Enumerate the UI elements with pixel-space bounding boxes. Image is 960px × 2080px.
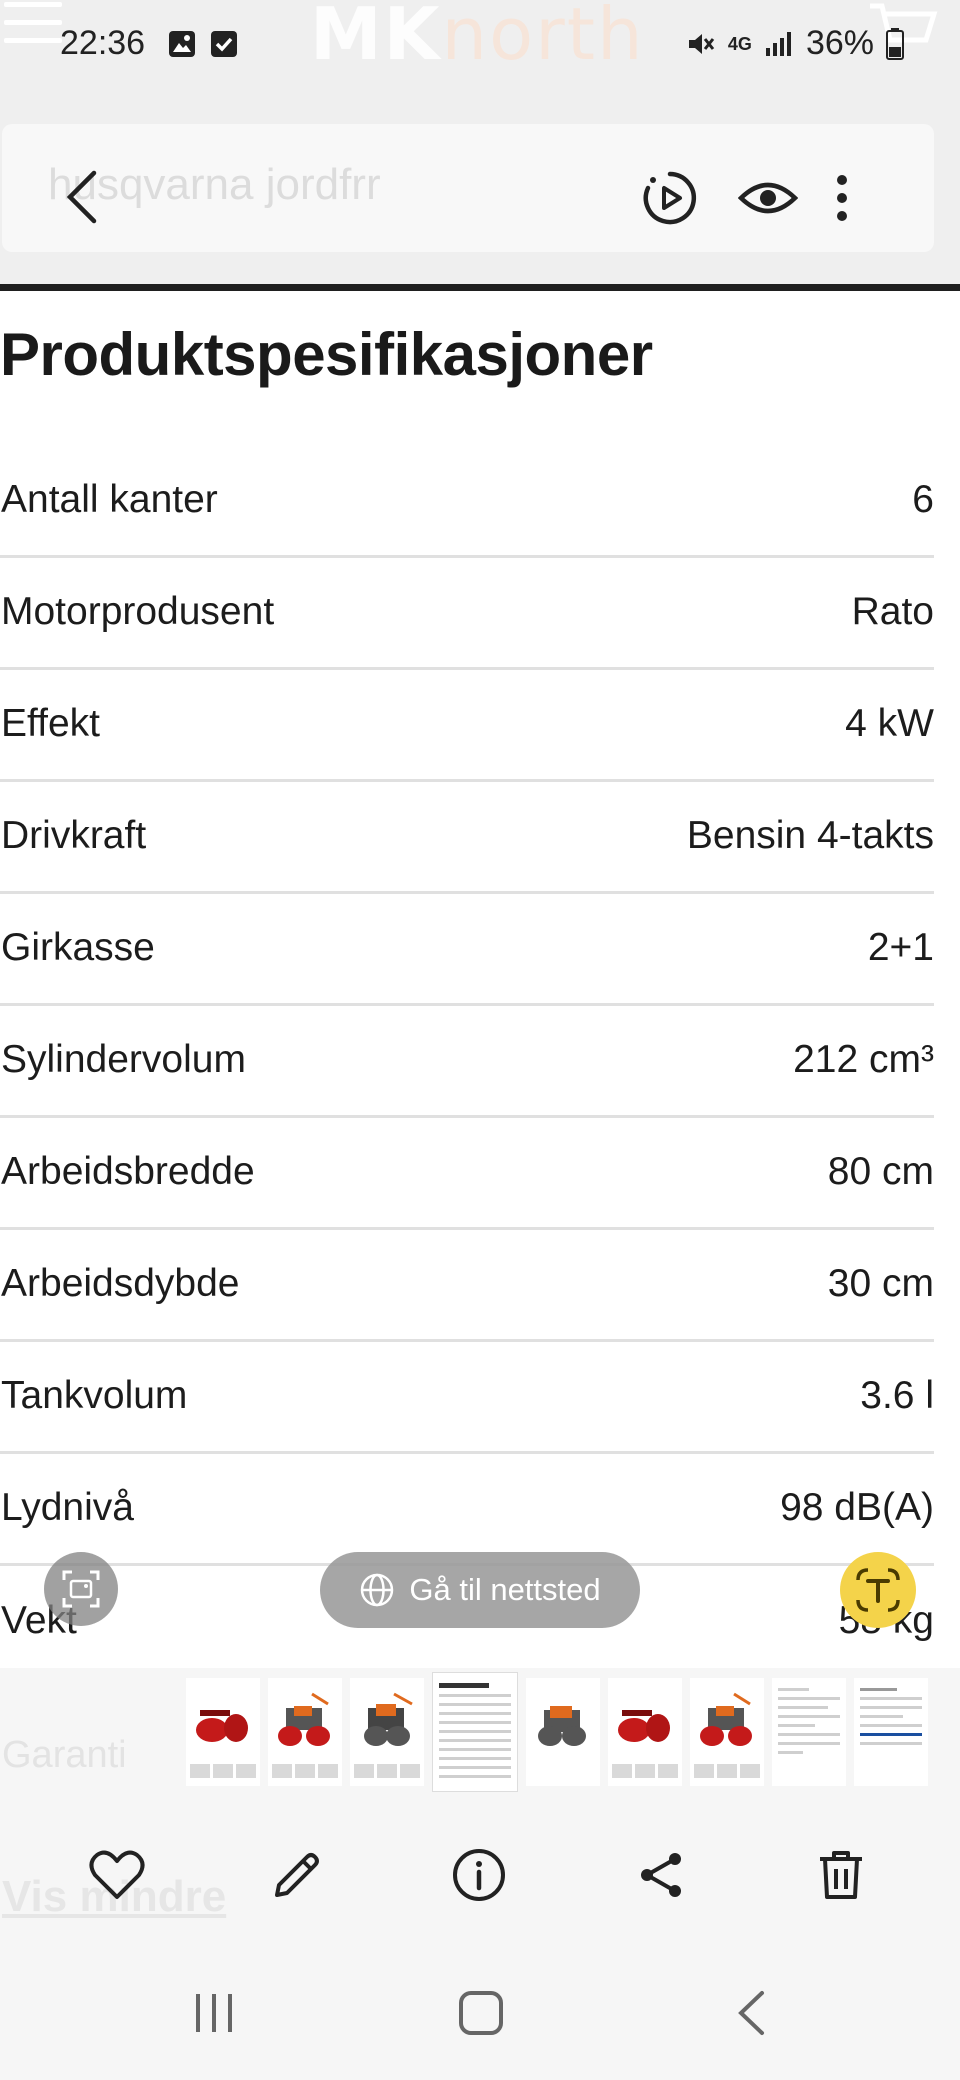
spec-value: 80 cm — [827, 1149, 934, 1193]
spec-row: Lydnivå 98 dB(A) — [0, 1454, 934, 1566]
edit-pencil-icon[interactable] — [262, 1840, 332, 1910]
spec-value: Bensin 4-takts — [686, 813, 934, 857]
spec-label: Antall kanter — [1, 477, 218, 521]
action-bar — [0, 1840, 960, 1920]
thumbnail[interactable] — [608, 1678, 682, 1786]
spec-value: 212 cm³ — [793, 1037, 934, 1081]
top-actions — [640, 168, 848, 233]
page-title: Produktspesifikasjoner — [0, 321, 653, 388]
spec-row: Drivkraft Bensin 4-takts — [0, 782, 934, 894]
spec-row: Antall kanter 6 — [0, 446, 934, 558]
spec-row: Arbeidsbredde 80 cm — [0, 1118, 934, 1230]
recent-apps-button[interactable] — [192, 1990, 236, 2041]
status-right: 4G 36% — [686, 24, 904, 63]
thumbnail[interactable] — [854, 1678, 928, 1786]
thumbnail-active[interactable] — [432, 1672, 518, 1792]
spec-row: Arbeidsdybde 30 cm — [0, 1230, 934, 1342]
battery-percent: 36% — [805, 24, 874, 62]
spec-row: Girkasse 2+1 — [0, 894, 934, 1006]
system-nav-bar — [0, 1960, 960, 2080]
info-icon[interactable] — [444, 1840, 514, 1910]
spec-label: Effekt — [1, 701, 101, 745]
back-nav-button[interactable] — [736, 1990, 766, 2041]
globe-icon — [361, 1573, 394, 1607]
spec-label: Drivkraft — [1, 813, 147, 857]
spec-value: 6 — [912, 477, 934, 521]
battery-icon — [886, 27, 904, 60]
brand-logo: MKnorth — [310, 0, 645, 76]
faded-spec-label: Garanti — [2, 1734, 127, 1776]
motion-photo-icon[interactable] — [640, 168, 700, 233]
spec-value: 30 cm — [827, 1261, 934, 1305]
header-divider — [0, 284, 960, 291]
check-notification-icon — [211, 31, 237, 57]
screenshot-scan-button[interactable] — [44, 1552, 118, 1626]
spec-label: Sylindervolum — [1, 1037, 246, 1081]
home-button[interactable] — [458, 1990, 504, 2041]
thumbnail[interactable] — [772, 1678, 846, 1786]
share-icon[interactable] — [626, 1840, 696, 1910]
spec-value: 4 kW — [845, 701, 934, 745]
spec-value: 3.6 l — [860, 1373, 934, 1417]
status-time: 22:36 — [60, 24, 146, 62]
mute-icon — [688, 33, 715, 54]
text-scan-icon — [856, 1568, 900, 1612]
spec-row: Motorprodusent Rato — [0, 558, 934, 670]
thumbnail[interactable] — [350, 1678, 424, 1786]
delete-trash-icon[interactable] — [806, 1840, 876, 1910]
thumbnail[interactable] — [186, 1678, 260, 1786]
back-icon[interactable] — [66, 170, 98, 229]
thumbnail[interactable] — [690, 1678, 764, 1786]
goto-website-button[interactable]: Gå til nettsted — [320, 1552, 640, 1628]
spec-label: Lydnivå — [1, 1485, 134, 1529]
spec-row: Effekt 4 kW — [0, 670, 934, 782]
menu-icon — [4, 2, 62, 46]
scan-image-icon — [62, 1570, 100, 1608]
status-notification-icons — [168, 30, 238, 58]
favorite-heart-icon[interactable] — [82, 1840, 152, 1910]
signal-icon — [765, 31, 791, 56]
thumbnail[interactable] — [268, 1678, 342, 1786]
image-notification-icon — [169, 31, 195, 57]
network-type: 4G — [727, 33, 752, 54]
spec-label: Girkasse — [1, 925, 155, 969]
goto-website-label: Gå til nettsted — [409, 1572, 601, 1607]
spec-value: 98 dB(A) — [780, 1485, 934, 1529]
spec-label: Arbeidsdybde — [1, 1261, 240, 1305]
spec-value: 2+1 — [867, 925, 934, 969]
eye-icon[interactable] — [737, 178, 799, 223]
spec-label: Tankvolum — [1, 1373, 188, 1417]
spec-label: Motorprodusent — [1, 589, 275, 633]
spec-row: Tankvolum 3.6 l — [0, 1342, 934, 1454]
thumbnail-strip — [186, 1672, 928, 1792]
text-extract-button[interactable] — [840, 1552, 916, 1628]
spec-value: Rato — [851, 589, 934, 633]
thumbnail[interactable] — [526, 1678, 600, 1786]
more-options-icon[interactable] — [836, 174, 848, 227]
spec-list: Antall kanter 6 Motorprodusent Rato Effekt… — [0, 446, 934, 1678]
spec-row: Sylindervolum 212 cm³ — [0, 1006, 934, 1118]
spec-label: Arbeidsbredde — [1, 1149, 255, 1193]
